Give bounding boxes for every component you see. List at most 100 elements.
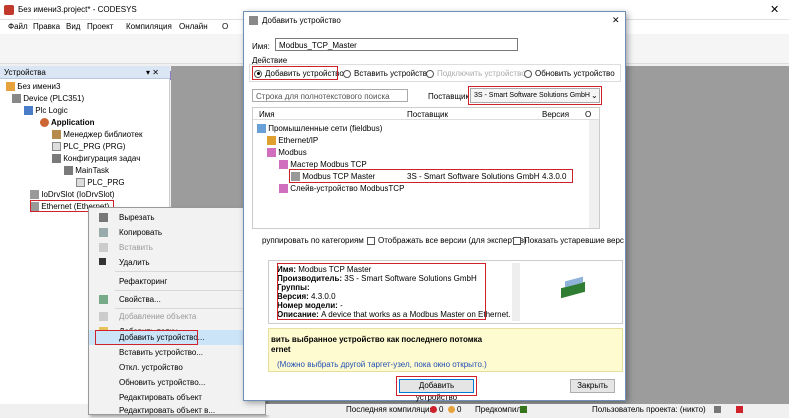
dialog-titlebar: Добавить устройство ✕ [244, 12, 625, 29]
status-warnings: 0 [457, 405, 462, 414]
menu-view[interactable]: Вид [66, 22, 80, 31]
highlight-info [277, 263, 486, 320]
menu-online[interactable]: Онлайн [179, 22, 208, 31]
library-icon [52, 130, 61, 140]
error-icon [430, 406, 437, 413]
hint-panel: вить выбранное устройство как последнего… [268, 328, 623, 372]
tree-library-manager[interactable]: Менеджер библиотек [52, 129, 142, 140]
ctx-refactoring[interactable]: Рефакторинг▸ [89, 274, 265, 289]
menu-edit[interactable]: Правка [33, 22, 60, 31]
status-ico-b [736, 406, 743, 413]
checkbox-icon [367, 236, 375, 245]
hint-line2: ernet [271, 345, 291, 354]
info-scrollbar[interactable] [512, 263, 520, 321]
col-version[interactable]: Версия [542, 110, 569, 119]
tree-iodrvslot[interactable]: IoDrvSlot (IoDrvSlot) [30, 189, 115, 200]
status-ico-a [714, 406, 721, 413]
col-name[interactable]: Имя [259, 110, 275, 119]
pou-icon [52, 142, 61, 152]
menu-more[interactable]: О [222, 22, 228, 31]
close-icon[interactable]: ✕ [770, 3, 779, 16]
radio-icon [426, 69, 434, 78]
copy-icon [99, 228, 108, 237]
opt-group-by-category[interactable]: руппировать по категориям [262, 235, 364, 246]
tree-modbus-slave[interactable]: Слейв-устройство ModbusTCP [279, 183, 404, 194]
opt-all-versions[interactable]: Отображать все версии (для экспертов) [367, 235, 527, 246]
highlight-tcp-master [289, 169, 573, 183]
tree-plclogic[interactable]: Plc Logic [24, 105, 68, 116]
tree-modbus[interactable]: Modbus [267, 147, 307, 158]
fieldbus-icon [257, 124, 266, 134]
tree-device[interactable]: Device (PLC351) [12, 93, 84, 104]
precompile-ok-icon [520, 406, 527, 413]
devices-panel-title: Устройства [4, 68, 46, 77]
highlight-vendor [468, 86, 602, 105]
device-icon [12, 94, 21, 104]
opt-outdated-versions[interactable]: Показать устаревшие верс [513, 235, 624, 246]
menu-project[interactable]: Проект [87, 22, 113, 31]
task-icon [64, 166, 73, 176]
tree-maintask[interactable]: MainTask [64, 165, 109, 176]
ctx-edit-object-with[interactable]: Редактировать объект в... [89, 403, 265, 418]
hint-line1: вить выбранное устройство как последнего… [271, 335, 483, 344]
status-last-compile: Последняя компиляция: [346, 405, 437, 414]
col-extra[interactable]: О [585, 110, 591, 119]
panel-pin-icon[interactable]: ▾ ✕ [146, 68, 159, 77]
highlight-add-button [396, 376, 477, 396]
search-placeholder: Строка для полнотекстового поиска [256, 92, 390, 101]
ethernetip-icon [267, 136, 276, 146]
tree-application[interactable]: Application [40, 117, 95, 128]
vendor-label: Поставщик [428, 92, 470, 101]
io-slot-icon [30, 190, 39, 200]
radio-plug-device[interactable]: Подключить устройство [426, 68, 526, 79]
radio-update-device[interactable]: Обновить устройство [524, 68, 615, 79]
context-menu: Вырезать Копировать Вставить Удалить Реф… [88, 207, 266, 415]
ctx-add-object[interactable]: Добавление объекта [89, 309, 265, 324]
ctx-insert-device[interactable]: Вставить устройство... [89, 345, 265, 360]
tree-project[interactable]: Без имени3 [6, 81, 60, 92]
tree-task-config[interactable]: Конфигурация задач [52, 153, 140, 164]
ctx-disable-device[interactable]: Откл. устройство [89, 360, 265, 375]
app-icon [4, 5, 14, 15]
radio-insert-device[interactable]: Вставить устройство [343, 68, 431, 79]
tree-plc-prg[interactable]: PLC_PRG (PRG) [52, 141, 125, 152]
properties-icon [99, 295, 108, 304]
close-button[interactable]: Закрыть [570, 379, 615, 393]
task-config-icon [52, 154, 61, 164]
name-input[interactable]: Modbus_TCP_Master [275, 38, 518, 51]
col-vendor[interactable]: Поставщик [407, 110, 448, 119]
ctx-update-device[interactable]: Обновить устройство... [89, 375, 265, 390]
add-device-dialog: Добавить устройство ✕ Имя: Modbus_TCP_Ma… [243, 11, 626, 402]
modbus-icon [267, 148, 276, 158]
fulltext-search-input[interactable]: Строка для полнотекстового поиска [252, 89, 408, 102]
dialog-title: Добавить устройство [262, 16, 341, 25]
modbus-master-icon [279, 160, 288, 170]
status-bar: Последняя компиляция: 0 0 Предкомпил.: П… [266, 404, 789, 415]
menu-file[interactable]: Файл [8, 22, 28, 31]
delete-icon [99, 258, 106, 265]
application-icon [40, 118, 49, 128]
tree-plc-prg-call[interactable]: PLC_PRG [76, 177, 125, 188]
device-image [561, 275, 591, 305]
tree-fieldbus[interactable]: Промышленные сети (fieldbus) [257, 123, 382, 134]
add-object-icon [99, 312, 108, 321]
status-user: Пользователь проекта: (никто) [592, 405, 706, 414]
tree-scrollbar[interactable] [589, 120, 599, 228]
checkbox-icon [513, 236, 521, 245]
radio-icon [343, 69, 351, 78]
paste-icon [99, 243, 108, 252]
dialog-icon [249, 16, 258, 25]
ctx-properties[interactable]: Свойства... [89, 292, 265, 307]
plc-logic-icon [24, 106, 33, 116]
devices-panel-header: Устройства ▾ ✕ [0, 66, 170, 79]
ctx-cut[interactable]: Вырезать [89, 210, 265, 225]
status-precompile: Предкомпил.: [475, 405, 526, 414]
ctx-paste[interactable]: Вставить [89, 240, 265, 255]
dialog-close-icon[interactable]: ✕ [612, 15, 620, 26]
call-icon [76, 178, 85, 188]
tree-ethernetip[interactable]: Ethernet/IP [267, 135, 318, 146]
menu-build[interactable]: Компиляция [126, 22, 172, 31]
ctx-copy[interactable]: Копировать [89, 225, 265, 240]
ctx-delete[interactable]: Удалить [89, 255, 265, 270]
radio-icon [524, 69, 532, 78]
